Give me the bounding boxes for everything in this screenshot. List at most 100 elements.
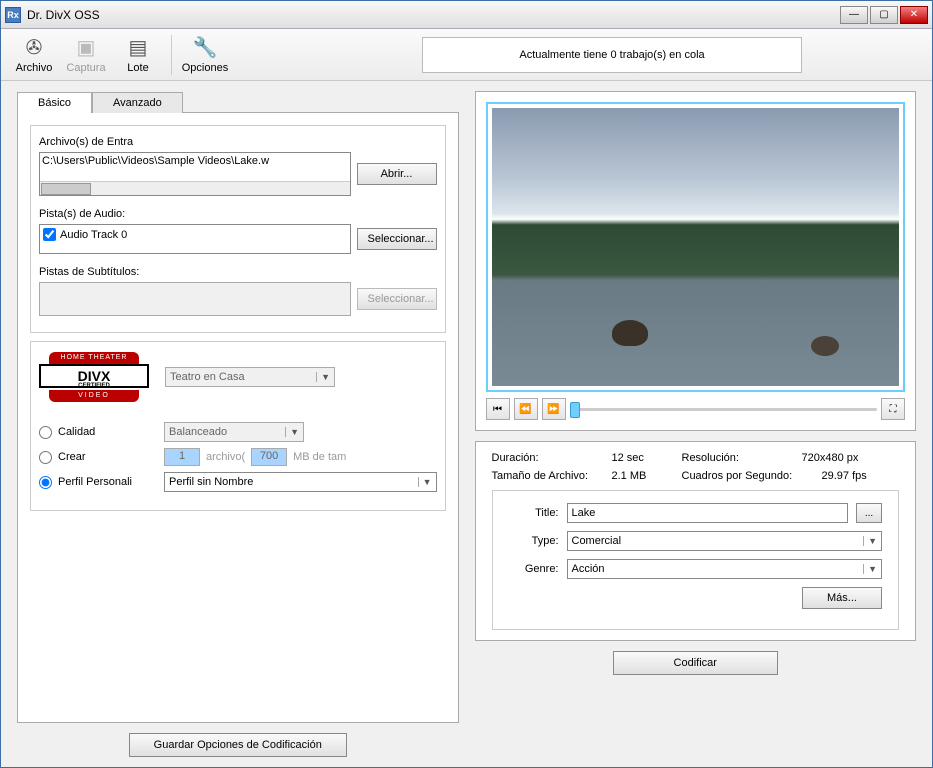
mas-button[interactable]: Más... (802, 587, 882, 609)
crear-radio[interactable] (39, 451, 52, 464)
subtitle-track-list (39, 282, 351, 316)
type-combo[interactable]: Comercial ▼ (567, 531, 883, 551)
content-area: Básico Avanzado Archivo(s) de Entra C:\U… (1, 81, 932, 767)
seleccionar-audio-button[interactable]: Seleccionar... (357, 228, 437, 250)
divx-profile-row: HOME THEATER DIVX CERTIFIED VIDEO Teatro… (39, 352, 437, 402)
step-forward-button[interactable]: ⏩ (542, 398, 566, 420)
toolbar-separator (171, 35, 172, 75)
resolution-value: 720x480 px (802, 452, 859, 464)
step-back-button[interactable]: ⏪ (514, 398, 538, 420)
mb-text: MB de tam (293, 451, 346, 463)
chevron-down-icon: ▼ (285, 427, 299, 437)
window-title: Dr. DivX OSS (27, 8, 840, 22)
tv-icon: ▣ (77, 35, 96, 60)
audio-tracks-label: Pista(s) de Audio: (39, 208, 437, 220)
genre-value: Acción (572, 563, 864, 575)
video-content (612, 320, 648, 346)
divx-profile-value: Teatro en Casa (170, 371, 316, 383)
title-browse-button[interactable]: ... (856, 503, 882, 523)
logo-mid: DIVX CERTIFIED (39, 364, 149, 388)
video-info-panel: Duración: 12 sec Resolución: 720x480 px … (475, 441, 917, 641)
basic-panel: Archivo(s) de Entra C:\Users\Public\Vide… (17, 112, 459, 723)
logo-cert-text: CERTIFIED (41, 383, 147, 389)
tab-basico[interactable]: Básico (17, 92, 92, 113)
divx-profile-combo: Teatro en Casa ▼ (165, 367, 335, 387)
chevron-down-icon: ▼ (863, 536, 877, 546)
seleccionar-subs-button: Seleccionar... (357, 288, 437, 310)
minimize-button[interactable]: — (840, 6, 868, 24)
opciones-label: Opciones (182, 62, 228, 74)
audio-track-list[interactable]: Audio Track 0 (39, 224, 351, 254)
archivo-text: archivo( (206, 451, 245, 463)
guardar-opciones-button[interactable]: Guardar Opciones de Codificación (129, 733, 347, 757)
transport-controls: ⏮ ⏪ ⏩ ⛶ (486, 398, 906, 420)
main-toolbar: ✇ Archivo ▣ Captura ▤ Lote 🔧 Opciones Ac… (1, 29, 932, 81)
maximize-button[interactable]: ▢ (870, 6, 898, 24)
crear-label: Crear (58, 451, 158, 463)
film-reel-icon: ✇ (26, 35, 43, 60)
tab-avanzado[interactable]: Avanzado (92, 92, 183, 113)
seek-slider[interactable] (570, 398, 878, 420)
titlebar: Rx Dr. DivX OSS — ▢ ✕ (1, 1, 932, 29)
fps-label: Cuadros por Segundo: (682, 470, 822, 482)
input-file-list[interactable]: C:\Users\Public\Videos\Sample Videos\Lak… (39, 152, 351, 196)
lote-label: Lote (127, 62, 148, 74)
genre-label: Genre: (509, 563, 559, 575)
title-label: Title: (509, 507, 559, 519)
fps-value: 29.97 fps (822, 470, 867, 482)
perfil-value: Perfil sin Nombre (169, 476, 418, 488)
subtitle-tracks-label: Pistas de Subtítulos: (39, 266, 437, 278)
input-files-label: Archivo(s) de Entra (39, 136, 437, 148)
genre-combo[interactable]: Acción ▼ (567, 559, 883, 579)
filesize-label: Tamaño de Archivo: (492, 470, 612, 482)
logo-mid-text: DIVX (78, 368, 111, 384)
captura-label: Captura (66, 62, 105, 74)
chevron-down-icon: ▼ (418, 477, 432, 487)
captura-button: ▣ Captura (61, 31, 111, 79)
video-preview (486, 102, 906, 392)
abrir-button[interactable]: Abrir... (357, 163, 437, 185)
archivo-button[interactable]: ✇ Archivo (9, 31, 59, 79)
title-input[interactable] (567, 503, 849, 523)
chevron-down-icon: ▼ (316, 372, 330, 382)
file-list-scrollbar[interactable] (40, 181, 350, 195)
calidad-radio[interactable] (39, 426, 52, 439)
size-mb-input: 700 (251, 448, 287, 466)
crear-row: Crear 1 archivo( 700 MB de tam (39, 448, 437, 466)
lote-button[interactable]: ▤ Lote (113, 31, 163, 79)
chevron-down-icon: ▼ (863, 564, 877, 574)
perfil-radio[interactable] (39, 476, 52, 489)
batch-icon: ▤ (129, 35, 148, 60)
calidad-combo: Balanceado ▼ (164, 422, 304, 442)
codificar-button[interactable]: Codificar (613, 651, 778, 675)
video-content (811, 336, 839, 356)
calidad-label: Calidad (58, 426, 158, 438)
perfil-combo[interactable]: Perfil sin Nombre ▼ (164, 472, 437, 492)
input-file-path: C:\Users\Public\Videos\Sample Videos\Lak… (42, 155, 269, 167)
app-icon: Rx (5, 7, 21, 23)
archivo-label: Archivo (16, 62, 53, 74)
perfil-label: Perfil Personali (58, 476, 158, 488)
wrench-icon: 🔧 (193, 35, 218, 60)
video-frame (492, 108, 900, 386)
close-button[interactable]: ✕ (900, 6, 928, 24)
input-files-group: Archivo(s) de Entra C:\Users\Public\Vide… (30, 125, 446, 333)
duration-label: Duración: (492, 452, 612, 464)
audio-track-item[interactable]: Audio Track 0 (43, 228, 347, 241)
rewind-start-button[interactable]: ⏮ (486, 398, 510, 420)
app-window: Rx Dr. DivX OSS — ▢ ✕ ✇ Archivo ▣ Captur… (0, 0, 933, 768)
left-bottom-row: Guardar Opciones de Codificación (17, 733, 459, 757)
encoding-options-group: HOME THEATER DIVX CERTIFIED VIDEO Teatro… (30, 341, 446, 511)
logo-top-text: HOME THEATER (49, 352, 139, 364)
calidad-row: Calidad Balanceado ▼ (39, 422, 437, 442)
preview-panel: ⏮ ⏪ ⏩ ⛶ (475, 91, 917, 431)
logo-bot-text: VIDEO (49, 390, 139, 402)
type-label: Type: (509, 535, 559, 547)
queue-status: Actualmente tiene 0 trabajo(s) en cola (422, 37, 802, 73)
left-column: Básico Avanzado Archivo(s) de Entra C:\U… (17, 91, 459, 757)
audio-track-checkbox[interactable] (43, 228, 56, 241)
filesize-value: 2.1 MB (612, 470, 682, 482)
seek-thumb[interactable] (570, 402, 580, 418)
fullscreen-button[interactable]: ⛶ (881, 398, 905, 420)
opciones-button[interactable]: 🔧 Opciones (180, 31, 230, 79)
